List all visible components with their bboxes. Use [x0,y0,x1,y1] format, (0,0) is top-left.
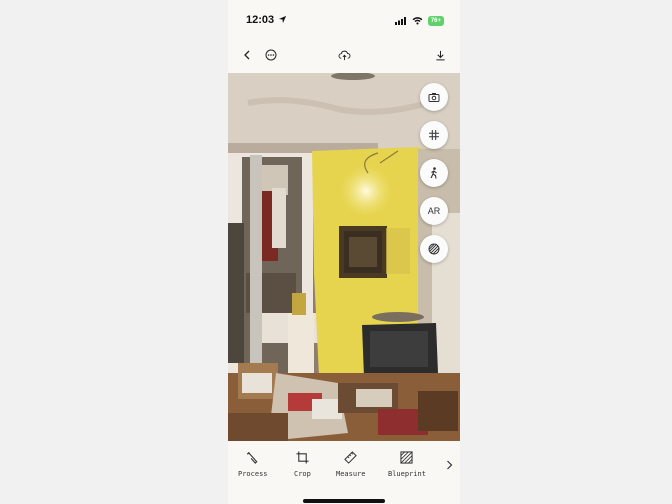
crop-tool-button[interactable]: Crop [294,451,311,478]
measure-tool-button[interactable]: Measure [336,451,366,478]
home-indicator [303,499,385,503]
wifi-icon [412,17,423,25]
upload-button[interactable] [335,46,353,64]
grid-button[interactable] [420,121,448,149]
back-button[interactable] [238,46,256,64]
crop-label: Crop [294,470,311,478]
phone-screen: 12:03 76+ AR Process Crop Measure Bluepr… [228,0,460,504]
process-tool-button[interactable]: Process [238,451,268,478]
battery-indicator: 76+ [427,16,444,26]
texture-icon [428,243,440,255]
blueprint-label: Blueprint [388,470,426,478]
blueprint-icon [400,451,414,464]
grid-icon [429,130,439,140]
status-indicators: 76+ [394,16,444,26]
texture-button[interactable] [420,235,448,263]
walk-icon [430,167,437,179]
measure-label: Measure [336,470,366,478]
wrench-icon [247,451,258,464]
ar-button[interactable]: AR [420,197,448,225]
process-label: Process [238,470,268,478]
download-icon [435,50,445,60]
location-arrow-icon [278,15,287,24]
more-button[interactable] [262,46,280,64]
status-time: 12:03 [246,14,275,26]
walk-mode-button[interactable] [420,159,448,187]
crop-icon [296,451,309,464]
ruler-icon [344,451,358,464]
3d-scan-view[interactable]: AR [228,73,460,441]
download-button[interactable] [431,46,449,64]
bottom-toolbar: Process Crop Measure Blueprint [228,441,460,504]
top-bar [228,42,460,68]
more-tools-button[interactable] [446,457,453,475]
chevron-left-icon [244,50,250,60]
cloud-upload-icon [338,50,350,60]
cellular-signal-icon [394,17,406,25]
camera-icon [428,93,440,102]
chevron-right-icon [447,460,453,470]
ellipsis-icon [265,49,277,61]
blueprint-tool-button[interactable]: Blueprint [388,451,426,478]
status-bar: 12:03 76+ [228,6,460,36]
camera-button[interactable] [420,83,448,111]
